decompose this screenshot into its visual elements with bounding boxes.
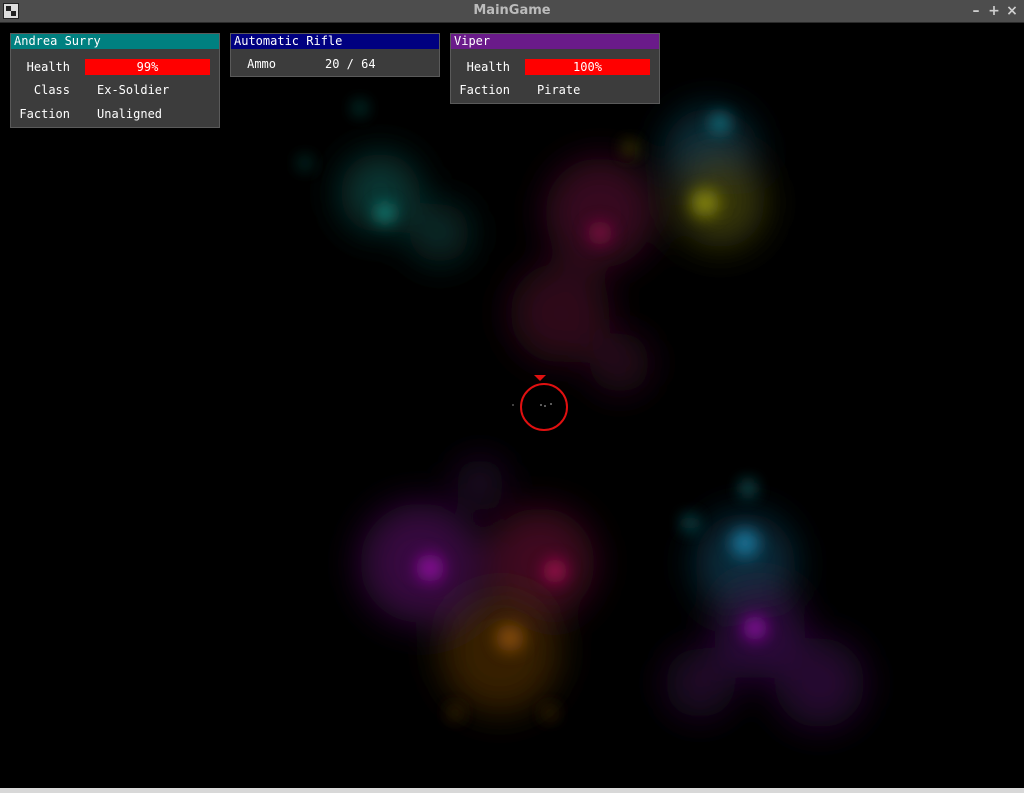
window-titlebar[interactable]: MainGame – + × [0,0,1024,23]
faction-value: Unaligned [97,107,163,121]
target-reticle-layer [512,375,568,431]
close-button[interactable]: × [1004,2,1020,20]
target-faction-value: Pirate [537,83,581,97]
player-health-bar: 99% [85,59,210,75]
target-marker-icon [534,375,546,381]
target-health-bar: 100% [525,59,650,75]
class-value: Ex-Soldier [97,83,170,97]
maximize-button[interactable]: + [986,2,1002,20]
health-label: Health [26,60,70,74]
minimize-button[interactable]: – [968,2,984,20]
game-viewport[interactable] [0,23,1024,788]
target-name: Viper [451,34,659,49]
target-faction-label: Faction [459,83,510,97]
window-title: MainGame [473,3,551,18]
ship-icon [540,404,542,406]
player-name: Andrea Surry [11,34,219,49]
target-status-panel: Viper Health 100% Faction Pirate [450,33,660,104]
ammo-label: Ammo [247,57,276,71]
ammo-value: 20 / 64 [325,57,376,71]
target-reticle-icon[interactable] [520,383,568,431]
target-health-label: Health [466,60,510,74]
weapon-name: Automatic Rifle [231,34,439,49]
weapon-status-panel: Automatic Rifle Ammo 20 / 64 [230,33,440,77]
bottom-status-strip [0,788,1024,793]
class-label: Class [33,83,70,97]
player-status-panel: Andrea Surry Health 99% Class Ex-Soldier… [10,33,220,128]
faction-label: Faction [19,107,70,121]
